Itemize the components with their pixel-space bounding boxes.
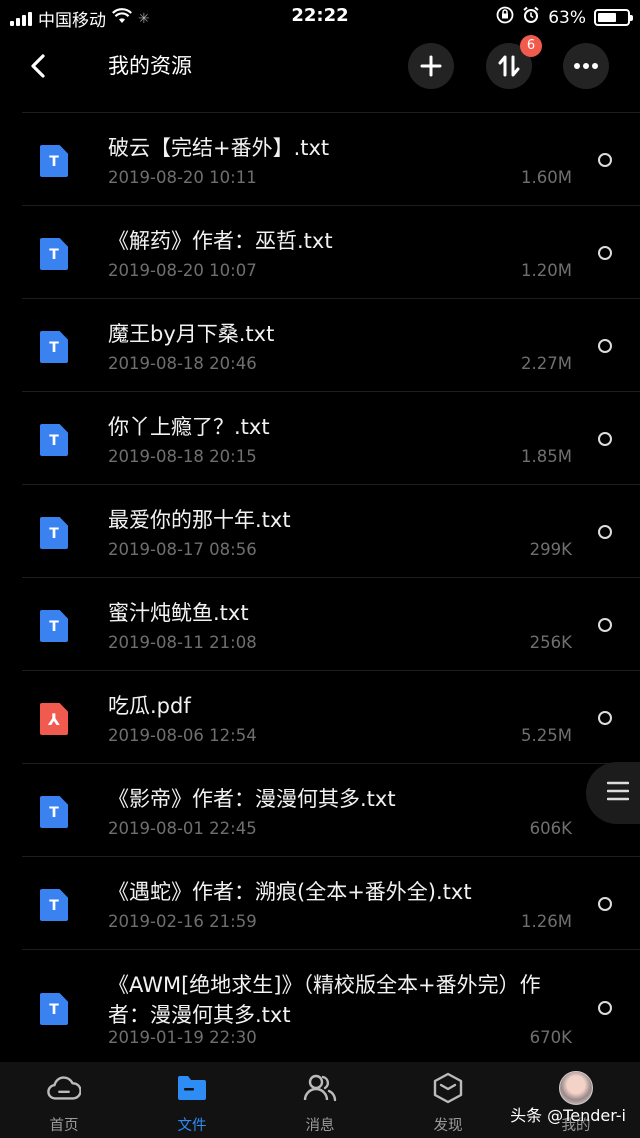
file-size: 670K — [529, 1028, 572, 1047]
back-button[interactable] — [22, 48, 58, 84]
list-item[interactable]: T 《影帝》作者：漫漫何其多.txt 2019-08-01 22:45 606K — [22, 764, 640, 857]
folder-icon — [175, 1072, 209, 1104]
file-size: 5.25M — [521, 726, 572, 745]
battery-percent: 63% — [548, 7, 586, 28]
select-radio[interactable] — [598, 897, 612, 911]
menu-lines-icon — [606, 781, 630, 801]
file-name: 吃瓜.pdf — [108, 694, 191, 718]
tab-discover[interactable]: 发现 — [384, 1062, 512, 1138]
txt-file-icon: T — [40, 238, 68, 270]
list-item[interactable]: T 蜜汁炖鱿鱼.txt 2019-08-11 21:08 256K — [22, 578, 640, 671]
floating-menu-button[interactable] — [586, 762, 640, 824]
tab-label: 发现 — [433, 1118, 463, 1134]
rotation-lock-icon — [496, 6, 514, 29]
file-size: 606K — [529, 819, 572, 838]
avatar — [559, 1071, 593, 1105]
file-date: 2019-08-20 10:11 — [108, 168, 257, 187]
txt-file-icon: T — [40, 993, 68, 1025]
list-item[interactable]: T 《解药》作者：巫哲.txt 2019-08-20 10:07 1.20M — [22, 206, 640, 299]
list-item[interactable]: T 《AWM[绝地求生]》（精校版全本+番外完）作者：漫漫何其多.txt 201… — [22, 950, 640, 1065]
tab-label: 消息 — [305, 1118, 335, 1134]
file-size: 256K — [529, 633, 572, 652]
more-button[interactable] — [563, 43, 609, 89]
select-radio[interactable] — [598, 339, 612, 353]
file-list: T 破云【完结+番外】.txt 2019-08-20 10:11 1.60M T… — [22, 112, 640, 1065]
file-size: 1.26M — [521, 912, 572, 931]
pdf-file-icon: ⅄ — [40, 703, 68, 735]
list-item[interactable]: T 破云【完结+番外】.txt 2019-08-20 10:11 1.60M — [22, 113, 640, 206]
txt-file-icon: T — [40, 424, 68, 456]
file-date: 2019-08-17 08:56 — [108, 540, 257, 559]
watermark: 头条 @Tender-i — [510, 1106, 626, 1125]
file-name: 《解药》作者：巫哲.txt — [108, 229, 333, 253]
file-size: 2.27M — [521, 354, 572, 373]
alarm-icon — [522, 6, 540, 29]
file-name: 蜜汁炖鱿鱼.txt — [108, 601, 249, 625]
txt-file-icon: T — [40, 331, 68, 363]
txt-file-icon: T — [40, 610, 68, 642]
people-icon — [303, 1072, 337, 1104]
more-dots-icon — [574, 63, 598, 69]
select-radio[interactable] — [598, 711, 612, 725]
list-item[interactable]: T 魔王by月下桑.txt 2019-08-18 20:46 2.27M — [22, 299, 640, 392]
file-name: 你丫上瘾了？.txt — [108, 415, 270, 439]
file-name: 《影帝》作者：漫漫何其多.txt — [108, 787, 396, 811]
file-name: 《AWM[绝地求生]》（精校版全本+番外完）作者：漫漫何其多.txt — [108, 973, 541, 1027]
bottom-tab-bar: 首页 文件 消息 发现 我的 — [0, 1062, 640, 1138]
list-item[interactable]: ⅄ 吃瓜.pdf 2019-08-06 12:54 5.25M — [22, 671, 640, 764]
txt-file-icon: T — [40, 517, 68, 549]
chevron-left-icon — [31, 54, 45, 78]
tab-files[interactable]: 文件 — [128, 1062, 256, 1138]
file-name: 《遇蛇》作者：溯痕(全本+番外全).txt — [108, 880, 472, 904]
txt-file-icon: T — [40, 889, 68, 921]
tab-home[interactable]: 首页 — [0, 1062, 128, 1138]
tab-messages[interactable]: 消息 — [256, 1062, 384, 1138]
file-date: 2019-08-20 10:07 — [108, 261, 257, 280]
file-date: 2019-08-18 20:46 — [108, 354, 257, 373]
select-radio[interactable] — [598, 1001, 612, 1015]
list-item[interactable]: T 你丫上瘾了？.txt 2019-08-18 20:15 1.85M — [22, 392, 640, 485]
file-size: 1.60M — [521, 168, 572, 187]
file-name: 破云【完结+番外】.txt — [108, 136, 330, 160]
select-radio[interactable] — [598, 618, 612, 632]
file-name: 魔王by月下桑.txt — [108, 322, 275, 346]
select-radio[interactable] — [598, 525, 612, 539]
plus-icon — [420, 55, 442, 77]
file-size: 1.85M — [521, 447, 572, 466]
file-date: 2019-01-19 22:30 — [108, 1028, 257, 1047]
txt-file-icon: T — [40, 145, 68, 177]
file-date: 2019-08-06 12:54 — [108, 726, 257, 745]
list-item[interactable]: T 《遇蛇》作者：溯痕(全本+番外全).txt 2019-02-16 21:59… — [22, 857, 640, 950]
battery-icon — [594, 9, 633, 26]
file-date: 2019-02-16 21:59 — [108, 912, 257, 931]
status-bar: 中国移动 ✳ 22:22 63% — [0, 0, 640, 34]
tab-label: 首页 — [49, 1118, 79, 1134]
select-radio[interactable] — [598, 153, 612, 167]
file-date: 2019-08-11 21:08 — [108, 633, 257, 652]
tab-profile[interactable]: 我的 — [512, 1062, 640, 1138]
file-size: 299K — [529, 540, 572, 559]
txt-file-icon: T — [40, 796, 68, 828]
list-item[interactable]: T 最爱你的那十年.txt 2019-08-17 08:56 299K — [22, 485, 640, 578]
transfer-icon — [498, 55, 520, 77]
cloud-icon — [47, 1072, 81, 1104]
file-name: 最爱你的那十年.txt — [108, 508, 291, 532]
page-title: 我的资源 — [108, 54, 192, 78]
select-radio[interactable] — [598, 246, 612, 260]
file-date: 2019-08-18 20:15 — [108, 447, 257, 466]
file-date: 2019-08-01 22:45 — [108, 819, 257, 838]
box-icon — [431, 1072, 465, 1104]
add-button[interactable] — [408, 43, 454, 89]
transfer-badge: 6 — [520, 35, 542, 57]
select-radio[interactable] — [598, 432, 612, 446]
header: 我的资源 6 — [0, 35, 640, 94]
transfer-button[interactable]: 6 — [486, 35, 542, 89]
file-size: 1.20M — [521, 261, 572, 280]
tab-label: 文件 — [177, 1118, 207, 1134]
